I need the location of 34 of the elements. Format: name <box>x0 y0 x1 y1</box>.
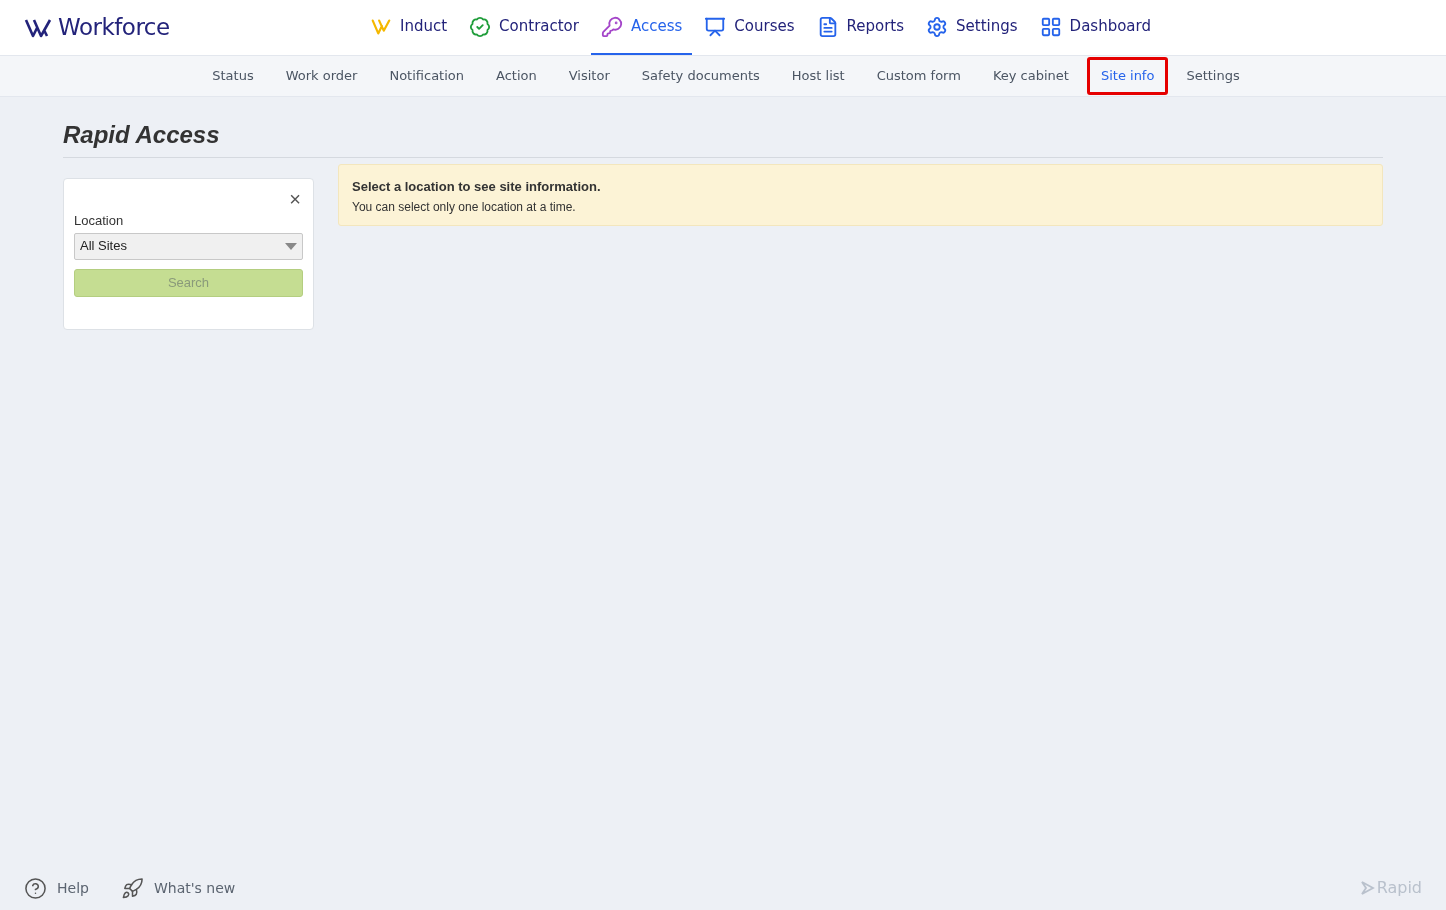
rocket-icon <box>120 876 144 900</box>
main-nav-tab[interactable]: Settings <box>916 0 1028 55</box>
brand-name: Workforce <box>58 13 170 43</box>
sub-nav-tab[interactable]: Safety documents <box>627 57 774 95</box>
footer-link[interactable]: Help <box>24 876 89 900</box>
location-label: Location <box>74 212 125 230</box>
main-nav-tab[interactable]: Dashboard <box>1029 0 1161 55</box>
main-nav-tab[interactable]: Contractor <box>459 0 589 55</box>
check-badge-icon <box>469 15 492 38</box>
settings-icon <box>926 15 949 38</box>
close-button[interactable]: × <box>287 189 303 209</box>
sub-nav-tab[interactable]: Key cabinet <box>978 57 1083 95</box>
sub-nav-tab[interactable]: Site info <box>1086 57 1169 95</box>
sub-nav-tab[interactable]: Action <box>482 57 551 95</box>
sub-nav-tab[interactable]: Status <box>198 57 268 95</box>
help-icon <box>24 876 47 900</box>
dropdown-caret-icon <box>285 242 297 250</box>
grid-icon <box>1039 15 1062 38</box>
main-nav-tab[interactable]: Induct <box>360 0 458 55</box>
sub-nav-tab[interactable]: Settings <box>1172 57 1254 95</box>
sub-nav-tab[interactable]: Visitor <box>554 57 624 95</box>
main-nav-tab[interactable]: Courses <box>694 0 805 55</box>
notice-title: Select a location to see site information. <box>352 178 602 196</box>
sub-nav-tab[interactable]: Custom form <box>862 57 975 95</box>
sub-nav-tab[interactable]: Work order <box>271 57 372 95</box>
page-title: Rapid Access <box>63 117 1383 158</box>
sub-nav-tab[interactable]: Notification <box>375 57 478 95</box>
sub-nav-tab[interactable]: Host list <box>777 57 859 95</box>
main-nav-tab[interactable]: Reports <box>806 0 915 55</box>
location-select[interactable]: All Sites <box>74 232 303 260</box>
rapid-logo-icon <box>1360 881 1375 895</box>
key-icon <box>600 15 623 38</box>
notice-text: You can select only one location at a time. <box>352 198 577 216</box>
footer-link[interactable]: What's new <box>120 876 236 900</box>
